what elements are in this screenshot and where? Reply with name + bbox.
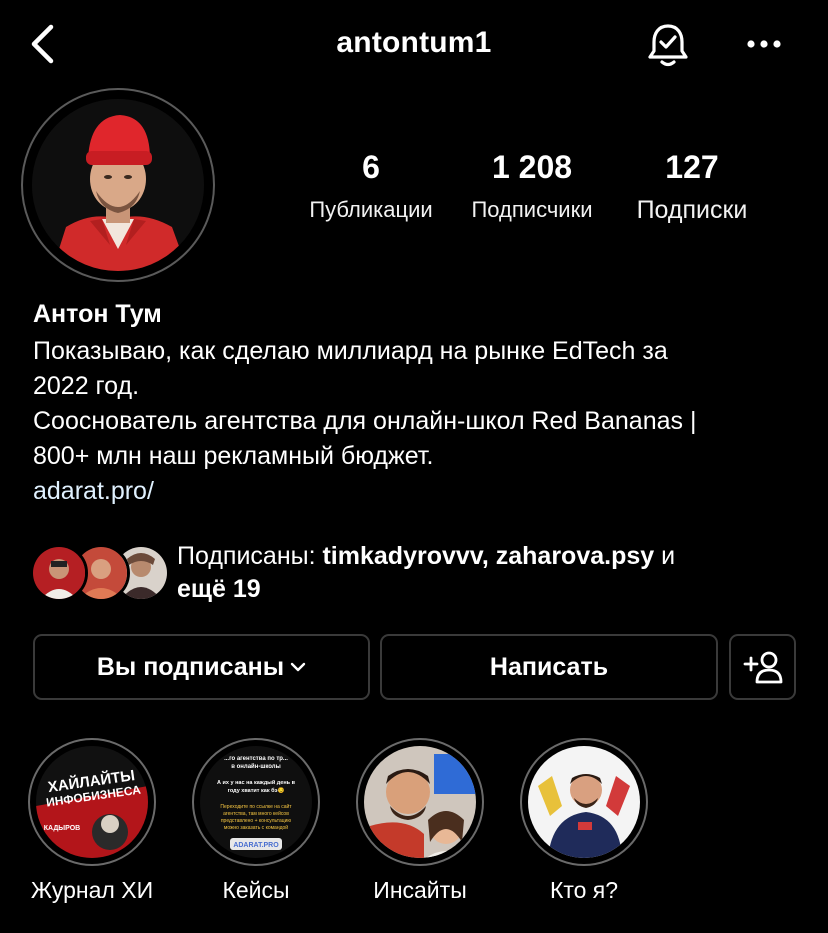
highlight-cover-text: КАДЫРОВ xyxy=(44,825,81,832)
ellipsis-icon xyxy=(747,40,781,48)
followed-by[interactable]: Подписаны: timkadyrovvv, zaharova.psy и … xyxy=(30,540,820,610)
following-stat[interactable]: 127 Подписки xyxy=(622,148,762,224)
profile-bio: Антон Тум Показываю, как сделаю миллиард… xyxy=(33,298,803,509)
chevron-down-icon xyxy=(290,662,306,672)
highlight-cover: ...го агентства по тр... в онлайн-школы … xyxy=(200,746,312,858)
highlight-cover-text: в онлайн-школы xyxy=(231,763,280,770)
highlight-cover xyxy=(364,746,476,858)
highlight-journal[interactable]: ХАЙЛАЙТЫ ИНФОБИЗНЕСА КАДЫРОВ Журнал ХИ xyxy=(25,738,159,904)
bio-line: 2022 год. xyxy=(33,372,140,400)
highlight-insights[interactable]: Инсайты xyxy=(353,738,487,904)
highlight-cover-text: можно заказать с командой xyxy=(224,824,288,831)
suggested-people-button[interactable] xyxy=(729,634,796,700)
highlight-cover-text: ADARAT.PRO xyxy=(233,842,279,849)
following-count: 127 xyxy=(665,149,719,185)
highlight-label: Журнал ХИ xyxy=(30,877,154,903)
followed-by-more[interactable]: ещё 19 xyxy=(177,575,261,603)
highlight-ring: ...го агентства по тр... в онлайн-школы … xyxy=(192,738,320,866)
bio-website-link[interactable]: adarat.pro/ xyxy=(33,474,803,509)
profile-avatar xyxy=(32,99,204,271)
highlight-cover-text: представлено + консультацию xyxy=(221,818,292,824)
bio-line: Показываю, как сделаю миллиард на рынке … xyxy=(33,337,668,365)
highlight-label: Инсайты xyxy=(373,877,467,903)
followed-by-prefix: Подписаны: xyxy=(177,542,323,570)
highlight-cover-text: ...го агентства по тр... xyxy=(224,756,288,762)
highlight-cover: ХАЙЛАЙТЫ ИНФОБИЗНЕСА КАДЫРОВ xyxy=(36,746,148,858)
highlight-label: Кто я? xyxy=(549,877,619,903)
mutual-follower-avatar xyxy=(30,544,88,602)
highlight-cover xyxy=(528,746,640,858)
profile-avatar-ring[interactable] xyxy=(21,88,215,282)
highlight-who-am-i[interactable]: Кто я? xyxy=(517,738,651,904)
followers-stat[interactable]: 1 208 Подписчики xyxy=(458,148,606,224)
highlight-cover-text: А их у нас на каждый день в xyxy=(217,779,296,786)
posts-stat[interactable]: 6 Публикации xyxy=(300,148,442,224)
following-button[interactable]: Вы подписаны xyxy=(33,634,370,700)
notifications-bell-button[interactable] xyxy=(644,20,692,70)
followers-count: 1 208 xyxy=(491,149,573,185)
message-button[interactable]: Написать xyxy=(380,634,718,700)
followed-by-separator: , xyxy=(481,542,496,570)
profile-full-name: Антон Тум xyxy=(33,300,162,328)
avatar-photo xyxy=(32,99,204,271)
more-options-button[interactable] xyxy=(742,28,786,60)
highlight-cases[interactable]: ...го агентства по тр... в онлайн-школы … xyxy=(189,738,323,904)
followed-by-text: Подписаны: timkadyrovvv, zaharova.psy и … xyxy=(177,540,797,606)
bio-line: 800+ млн наш рекламный бюджет. xyxy=(33,442,434,470)
followed-by-and: и xyxy=(654,542,676,570)
highlight-ring xyxy=(520,738,648,866)
mutual-follower-username[interactable]: timkadyrovvv xyxy=(322,542,481,570)
top-bar: antontum1 xyxy=(0,0,828,92)
mutual-follower-username[interactable]: zaharova.psy xyxy=(496,542,654,570)
highlight-ring: ХАЙЛАЙТЫ ИНФОБИЗНЕСА КАДЫРОВ xyxy=(28,738,156,866)
followers-label: Подписчики xyxy=(471,197,593,222)
following-label: Подписки xyxy=(636,196,748,224)
highlight-cover-text: году хватит как бэ😏 xyxy=(228,787,285,794)
bio-text: Показываю, как сделаю миллиард на рынке … xyxy=(33,334,803,474)
profile-username: antontum1 xyxy=(336,26,492,59)
bell-check-icon xyxy=(648,24,688,67)
posts-count: 6 xyxy=(362,149,380,185)
highlight-label: Кейсы xyxy=(222,877,290,903)
highlight-cover-text: агентства, там много кейсов xyxy=(223,810,289,817)
posts-label: Публикации xyxy=(309,197,433,222)
bio-line: Сооснователь агентства для онлайн-школ R… xyxy=(33,407,697,435)
highlight-ring xyxy=(356,738,484,866)
following-button-label: Вы подписаны xyxy=(96,652,285,681)
highlight-cover-text: Переходите по ссылке на сайт xyxy=(220,803,292,810)
add-person-icon xyxy=(743,651,782,684)
message-button-label: Написать xyxy=(489,652,609,681)
